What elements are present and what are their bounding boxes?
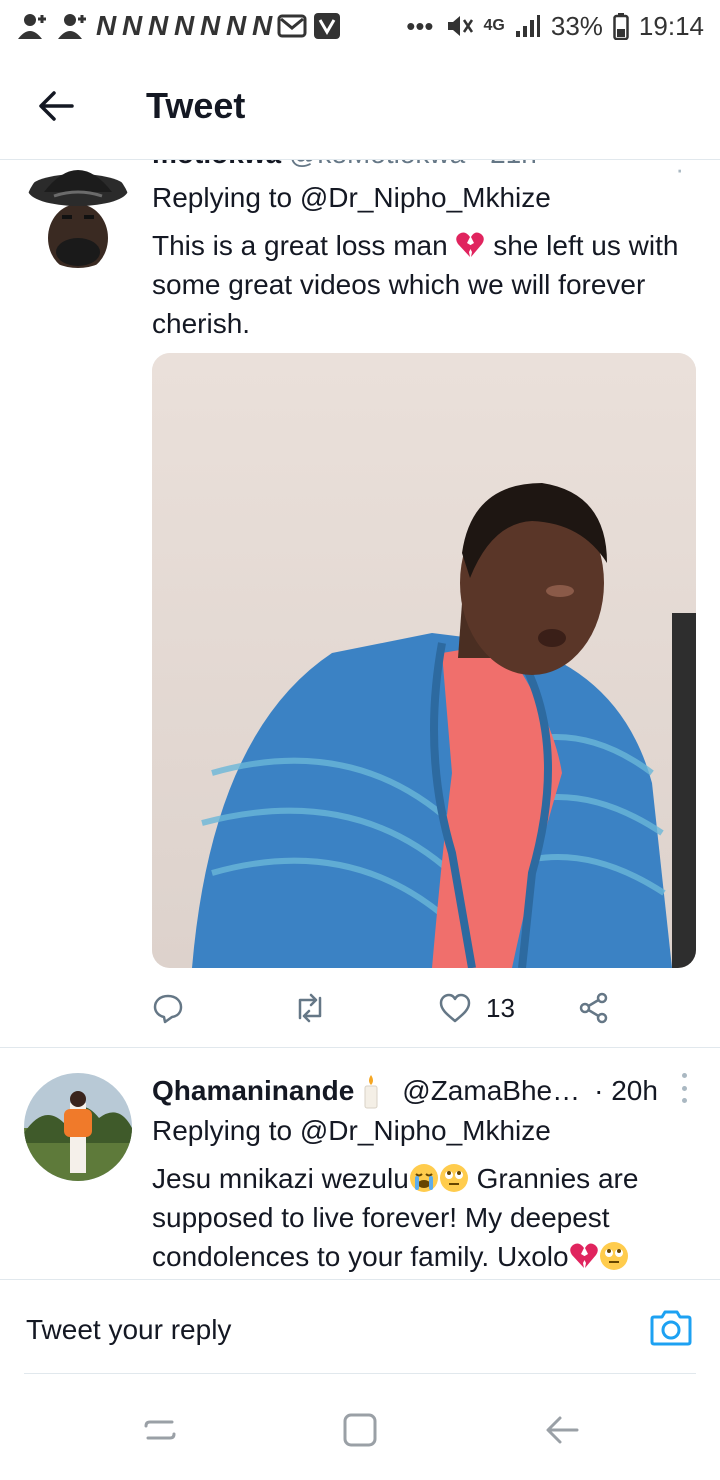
broken-heart-icon [569, 1243, 598, 1268]
crying-face-icon [409, 1164, 438, 1192]
add-photo-button[interactable] [650, 1308, 692, 1351]
candle-icon [364, 1075, 378, 1109]
home-square-icon [343, 1413, 377, 1447]
tweet-header: motlokwa @keMotlokwa · 21h [152, 160, 537, 170]
clock: 19:14 [638, 10, 704, 41]
eye-roll-face-icon [599, 1242, 628, 1270]
retweet-button[interactable] [292, 982, 342, 1034]
user-name[interactable]: Qhamaninande [152, 1075, 354, 1107]
divider [24, 1373, 696, 1374]
mute-icon [447, 16, 473, 36]
system-back-button[interactable] [542, 1410, 582, 1450]
user-name[interactable]: motlokwa [152, 160, 281, 169]
tweet-time: · 20h [594, 1075, 658, 1106]
battery-icon [613, 13, 629, 40]
tweet-actions: 13 [152, 982, 622, 1034]
check-app-icon [314, 13, 341, 39]
like-button[interactable]: 13 [438, 982, 515, 1034]
share-icon [579, 992, 608, 1024]
tweet-text-part: This is a great loss man [152, 230, 448, 261]
tweet-media-image[interactable] [152, 353, 696, 968]
home-button[interactable] [340, 1410, 380, 1450]
network-type: 4G [483, 17, 505, 34]
tweet-header: Qhamaninande @ZamaBhe… · 20h [152, 1073, 658, 1109]
tweet[interactable]: Qhamaninande @ZamaBhe… · 20h Replying to… [0, 1049, 720, 1279]
replying-handle-link[interactable]: @Dr_Nipho_Mkhize [300, 1115, 551, 1146]
like-count: 13 [486, 992, 515, 1023]
reply-composer: Tweet your reply [0, 1279, 720, 1374]
more-options-icon[interactable] [680, 1073, 688, 1103]
retweet-icon [298, 993, 322, 1023]
add-contact-icon [58, 14, 86, 39]
tweet-text: Jesu mnikazi wezulu Grannies are suppose… [152, 1159, 692, 1276]
heart-icon [439, 993, 471, 1023]
user-handle: @ZamaBhe… [402, 1075, 581, 1106]
reply-icon [153, 994, 183, 1024]
avatar[interactable] [24, 160, 132, 268]
eye-roll-face-icon [439, 1164, 468, 1192]
share-button[interactable] [578, 982, 610, 1034]
replying-to: Replying to @Dr_Nipho_Mkhize [152, 182, 551, 214]
broken-heart-icon [456, 232, 485, 257]
tweet-text: This is a great loss man she left us wit… [152, 226, 692, 343]
recents-icon [144, 1420, 176, 1440]
notification-icons: N N N N N N N [16, 10, 341, 42]
reply-button[interactable] [152, 982, 198, 1034]
system-nav-bar [0, 1380, 720, 1480]
reply-input[interactable]: Tweet your reply [26, 1314, 231, 1346]
replying-prefix: Replying to [152, 1115, 293, 1146]
user-handle: @keMotlokwa [289, 160, 465, 169]
tweet-text-part: Jesu mnikazi wezulu [152, 1163, 409, 1194]
more-options-icon[interactable]: · [675, 160, 684, 185]
add-contact-icon [18, 14, 46, 39]
top-app-bar: Tweet [0, 52, 720, 160]
status-bar: N N N N N N N ••• 4G 33% 19:14 [0, 0, 720, 52]
replying-to: Replying to @Dr_Nipho_Mkhize [152, 1115, 551, 1147]
more-notifications-dots: ••• [406, 10, 434, 41]
page-title: Tweet [146, 84, 246, 126]
back-button[interactable] [0, 52, 112, 160]
arrow-left-icon [39, 90, 74, 121]
signal-icon [515, 15, 540, 37]
avatar[interactable] [24, 1073, 132, 1181]
replying-handle-link[interactable]: @Dr_Nipho_Mkhize [300, 182, 551, 213]
notification-letters: N N N N N N N [96, 10, 272, 41]
recent-apps-button[interactable] [140, 1410, 180, 1450]
camera-icon [650, 1310, 692, 1346]
tweet-time: 21h [490, 160, 537, 169]
back-arrow-icon [546, 1416, 579, 1444]
replying-prefix: Replying to [152, 182, 293, 213]
mail-icon [277, 14, 307, 38]
tweet[interactable]: motlokwa @keMotlokwa · 21h · Replying to… [0, 160, 720, 1048]
battery-percent: 33% [550, 10, 603, 41]
